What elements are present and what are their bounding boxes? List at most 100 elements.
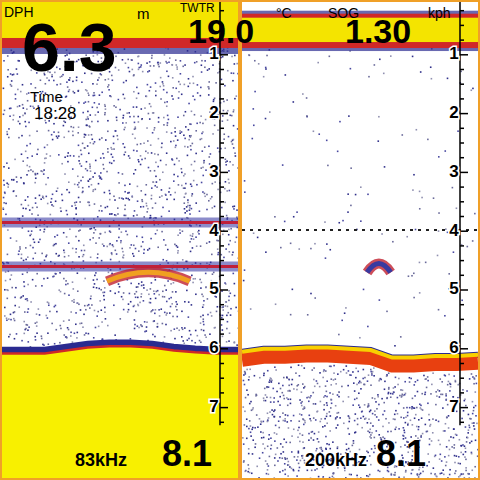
echo-dot <box>140 108 142 110</box>
echo-dot <box>136 144 138 146</box>
echo-dot <box>4 307 6 309</box>
echo-dot <box>339 121 341 123</box>
echo-dot <box>55 253 57 255</box>
echo-dot <box>98 183 100 185</box>
echo-dot <box>73 301 75 303</box>
echo-dot <box>167 115 169 117</box>
echo-dot <box>214 97 216 99</box>
echo-dot <box>64 293 66 295</box>
echo-dot <box>140 190 142 192</box>
echo-dot <box>114 214 116 216</box>
echo-dot <box>184 301 186 303</box>
reading-value: 19.0 <box>188 14 254 48</box>
echo-dot <box>177 246 179 248</box>
echo-dot <box>162 291 164 293</box>
echo-dot <box>74 332 76 334</box>
echo-dot <box>438 156 440 158</box>
echo-dot <box>48 80 50 82</box>
scale-label: 4 <box>209 221 219 240</box>
echo-dot <box>82 112 84 114</box>
echo-dot <box>160 160 162 162</box>
echo-dot <box>92 176 94 178</box>
echo-dot <box>100 172 102 174</box>
scale-label: 5 <box>449 279 458 298</box>
echo-dot <box>113 148 115 150</box>
echo-dot <box>128 155 130 157</box>
echo-dot <box>325 257 327 259</box>
echo-dot <box>381 233 383 235</box>
echo-dot <box>133 255 135 257</box>
echo-dot <box>159 196 161 198</box>
echo-dot <box>192 233 194 235</box>
echo-dot <box>234 205 236 207</box>
echo-dot <box>13 74 15 76</box>
echo-dot <box>225 301 227 303</box>
echo-dot <box>21 135 23 137</box>
echo-dot <box>36 325 38 327</box>
echo-dot <box>87 145 89 147</box>
echo-dot <box>145 150 147 152</box>
echo-dot <box>39 118 41 120</box>
echo-dot <box>415 229 417 231</box>
echo-dot <box>208 81 210 83</box>
echo-dot <box>162 83 164 85</box>
echo-dot <box>151 152 153 154</box>
echo-dot <box>155 90 157 92</box>
scale-label: 7 <box>449 397 458 416</box>
echo-dot <box>105 207 107 209</box>
echo-dot <box>52 276 54 278</box>
echo-dot <box>188 139 190 141</box>
echo-dot <box>24 311 26 313</box>
echo-dot <box>191 195 193 197</box>
echo-dot <box>75 204 77 206</box>
echo-dot <box>6 317 8 319</box>
echo-dot <box>151 55 153 57</box>
echo-dot <box>133 74 135 76</box>
echo-dot <box>11 85 13 87</box>
echo-dot <box>135 169 137 171</box>
echo-dot <box>182 259 184 261</box>
echo-dot <box>84 278 86 280</box>
echo-dot <box>75 312 77 314</box>
echo-dot <box>67 327 69 329</box>
echo-dot <box>169 57 171 59</box>
echo-dot <box>27 100 29 102</box>
echo-dot <box>150 302 152 304</box>
echo-dot <box>214 327 216 329</box>
echo-dot <box>56 84 58 86</box>
echo-dot <box>140 296 142 298</box>
echo-dot <box>350 68 352 70</box>
echo-dot <box>170 297 172 299</box>
echo-dot <box>68 294 70 296</box>
echo-dot <box>132 253 134 255</box>
echo-dot <box>237 73 238 75</box>
echo-dot <box>93 337 95 339</box>
echo-dot <box>318 133 320 135</box>
echo-dot <box>141 325 143 327</box>
echo-dot <box>94 310 96 312</box>
echo-dot <box>208 94 210 96</box>
echo-dot <box>115 106 117 108</box>
echo-dot <box>118 283 120 285</box>
echo-dot <box>23 333 25 335</box>
echo-dot <box>34 241 36 243</box>
echo-dot <box>75 207 77 209</box>
echo-dot <box>30 83 32 85</box>
echo-dot <box>59 107 61 109</box>
echo-dot <box>66 236 68 238</box>
echo-dot <box>76 61 78 63</box>
echo-dot <box>94 141 96 143</box>
echo-dot <box>183 175 185 177</box>
echo-dot <box>284 221 286 223</box>
echo-dot <box>32 106 34 108</box>
echo-dot <box>82 191 84 193</box>
echo-dot <box>10 314 12 316</box>
echo-dot <box>36 313 38 315</box>
echo-dot <box>170 306 172 308</box>
echo-dot <box>118 291 120 293</box>
echo-dot <box>194 278 196 280</box>
echo-dot <box>30 245 32 247</box>
echo-dot <box>234 341 236 343</box>
echo-dot <box>97 111 99 113</box>
echo-dot <box>166 105 168 107</box>
